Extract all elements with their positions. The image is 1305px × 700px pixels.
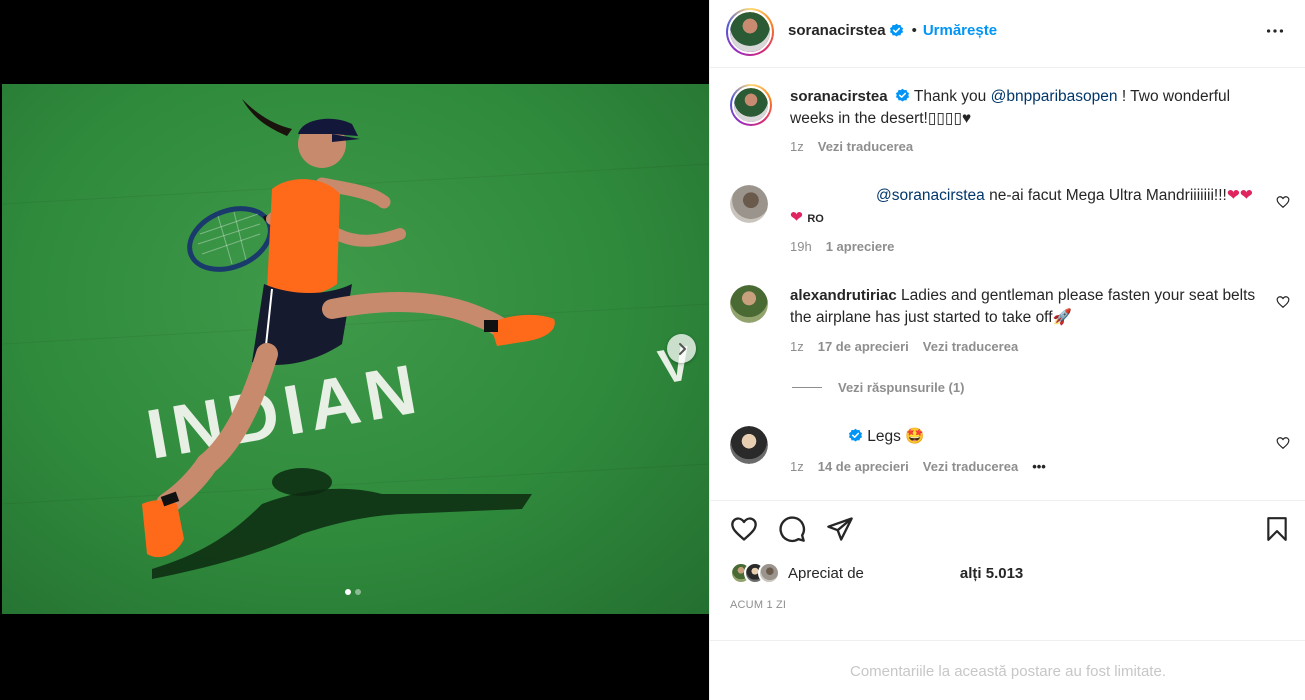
comment-icon[interactable] [778, 515, 806, 543]
post-action-bar [710, 500, 1305, 560]
comment-time[interactable]: 1z [790, 459, 804, 474]
verified-badge-icon [848, 428, 863, 442]
verified-badge-icon [889, 23, 903, 37]
tennis-player-illustration: INDIAN V [2, 99, 709, 579]
comment-likes-count[interactable]: 1 apreciere [826, 239, 895, 254]
likes-prefix: Apreciat de [788, 564, 864, 582]
header-separator: • [911, 22, 917, 39]
caption-mention[interactable]: @bnpparibasopen [991, 88, 1118, 105]
comment-likes-count[interactable]: 17 de aprecieri [818, 339, 909, 354]
comments-limited-notice: Comentariile la această postare au fost … [710, 640, 1305, 700]
follow-button[interactable]: Urmărește [923, 22, 997, 39]
more-options-button[interactable] [1264, 20, 1286, 47]
post-header: soranacirstea • Urmărește [710, 0, 1305, 68]
verified-badge-icon [895, 88, 909, 102]
caption-author[interactable]: soranacirstea [790, 88, 888, 105]
post-media: INDIAN V [0, 0, 709, 700]
comment-flag: RO [807, 213, 824, 225]
comment-text: ne-ai facut Mega Ultra Mandriiiiiii!!! [984, 187, 1227, 204]
comment-item: Legs 🤩 1z 14 de aprecieri Vezi traducere… [730, 426, 1290, 486]
bookmark-icon[interactable] [1264, 515, 1290, 543]
post-photo: INDIAN V [2, 84, 709, 614]
post-side-panel: soranacirstea • Urmărește soranacirstea … [709, 0, 1305, 700]
comment-emoji: 🚀 [1052, 309, 1072, 326]
comment-like-heart-icon[interactable] [1276, 436, 1290, 450]
view-replies-label: Vezi răspunsurile (1) [838, 380, 965, 395]
comment-like-heart-icon[interactable] [1276, 295, 1290, 309]
post-caption: soranacirstea Thank you @bnpparibasopen … [730, 84, 1290, 164]
comment-text: Legs [863, 428, 906, 445]
next-photo-button[interactable] [667, 334, 696, 363]
caption-translate-link[interactable]: Vezi traducerea [818, 139, 913, 154]
comment-more-options[interactable]: ••• [1032, 459, 1046, 474]
comment-time[interactable]: 19h [790, 239, 812, 254]
caption-time[interactable]: 1z [790, 139, 804, 154]
comment-mention[interactable]: @soranacirstea [876, 187, 985, 204]
author-username[interactable]: soranacirstea [788, 22, 886, 39]
view-replies-link[interactable]: Vezi răspunsurile (1) [792, 380, 964, 395]
commenter-avatar[interactable] [730, 426, 768, 464]
likers-avatars [730, 562, 780, 584]
chevron-right-icon [678, 342, 686, 355]
commenter-username[interactable]: alexandrutiriac [790, 287, 897, 304]
court-text: INDIAN [141, 349, 427, 474]
comment-emoji: 🤩 [905, 428, 925, 445]
caption-text-before: Thank you [913, 88, 991, 105]
carousel-dot-1[interactable] [345, 589, 351, 595]
author-avatar[interactable] [726, 8, 774, 56]
heart-icon[interactable] [730, 515, 758, 543]
post-timestamp[interactable]: ACUM 1 ZI [730, 599, 786, 611]
carousel-dots [345, 589, 361, 595]
comment-translate-link[interactable]: Vezi traducerea [923, 459, 1018, 474]
comment-likes-count[interactable]: 14 de aprecieri [818, 459, 909, 474]
likes-summary[interactable]: Apreciat de alți 5.013 [730, 562, 1023, 584]
share-icon[interactable] [826, 515, 854, 543]
commenter-avatar[interactable] [730, 185, 768, 223]
caption-author-avatar[interactable] [730, 84, 772, 126]
comment-item: alexandrutiriac Ladies and gentleman ple… [730, 285, 1290, 360]
more-options-icon [1266, 29, 1284, 33]
comment-translate-link[interactable]: Vezi traducerea [923, 339, 1018, 354]
carousel-dot-2[interactable] [355, 589, 361, 595]
comment-time[interactable]: 1z [790, 339, 804, 354]
replies-divider [792, 387, 822, 388]
comment-like-heart-icon[interactable] [1276, 195, 1290, 209]
commenter-avatar[interactable] [730, 285, 768, 323]
comment-item: @soranacirstea ne-ai facut Mega Ultra Ma… [730, 185, 1290, 260]
liker-avatar [758, 562, 780, 584]
likes-count[interactable]: alți 5.013 [960, 565, 1023, 582]
